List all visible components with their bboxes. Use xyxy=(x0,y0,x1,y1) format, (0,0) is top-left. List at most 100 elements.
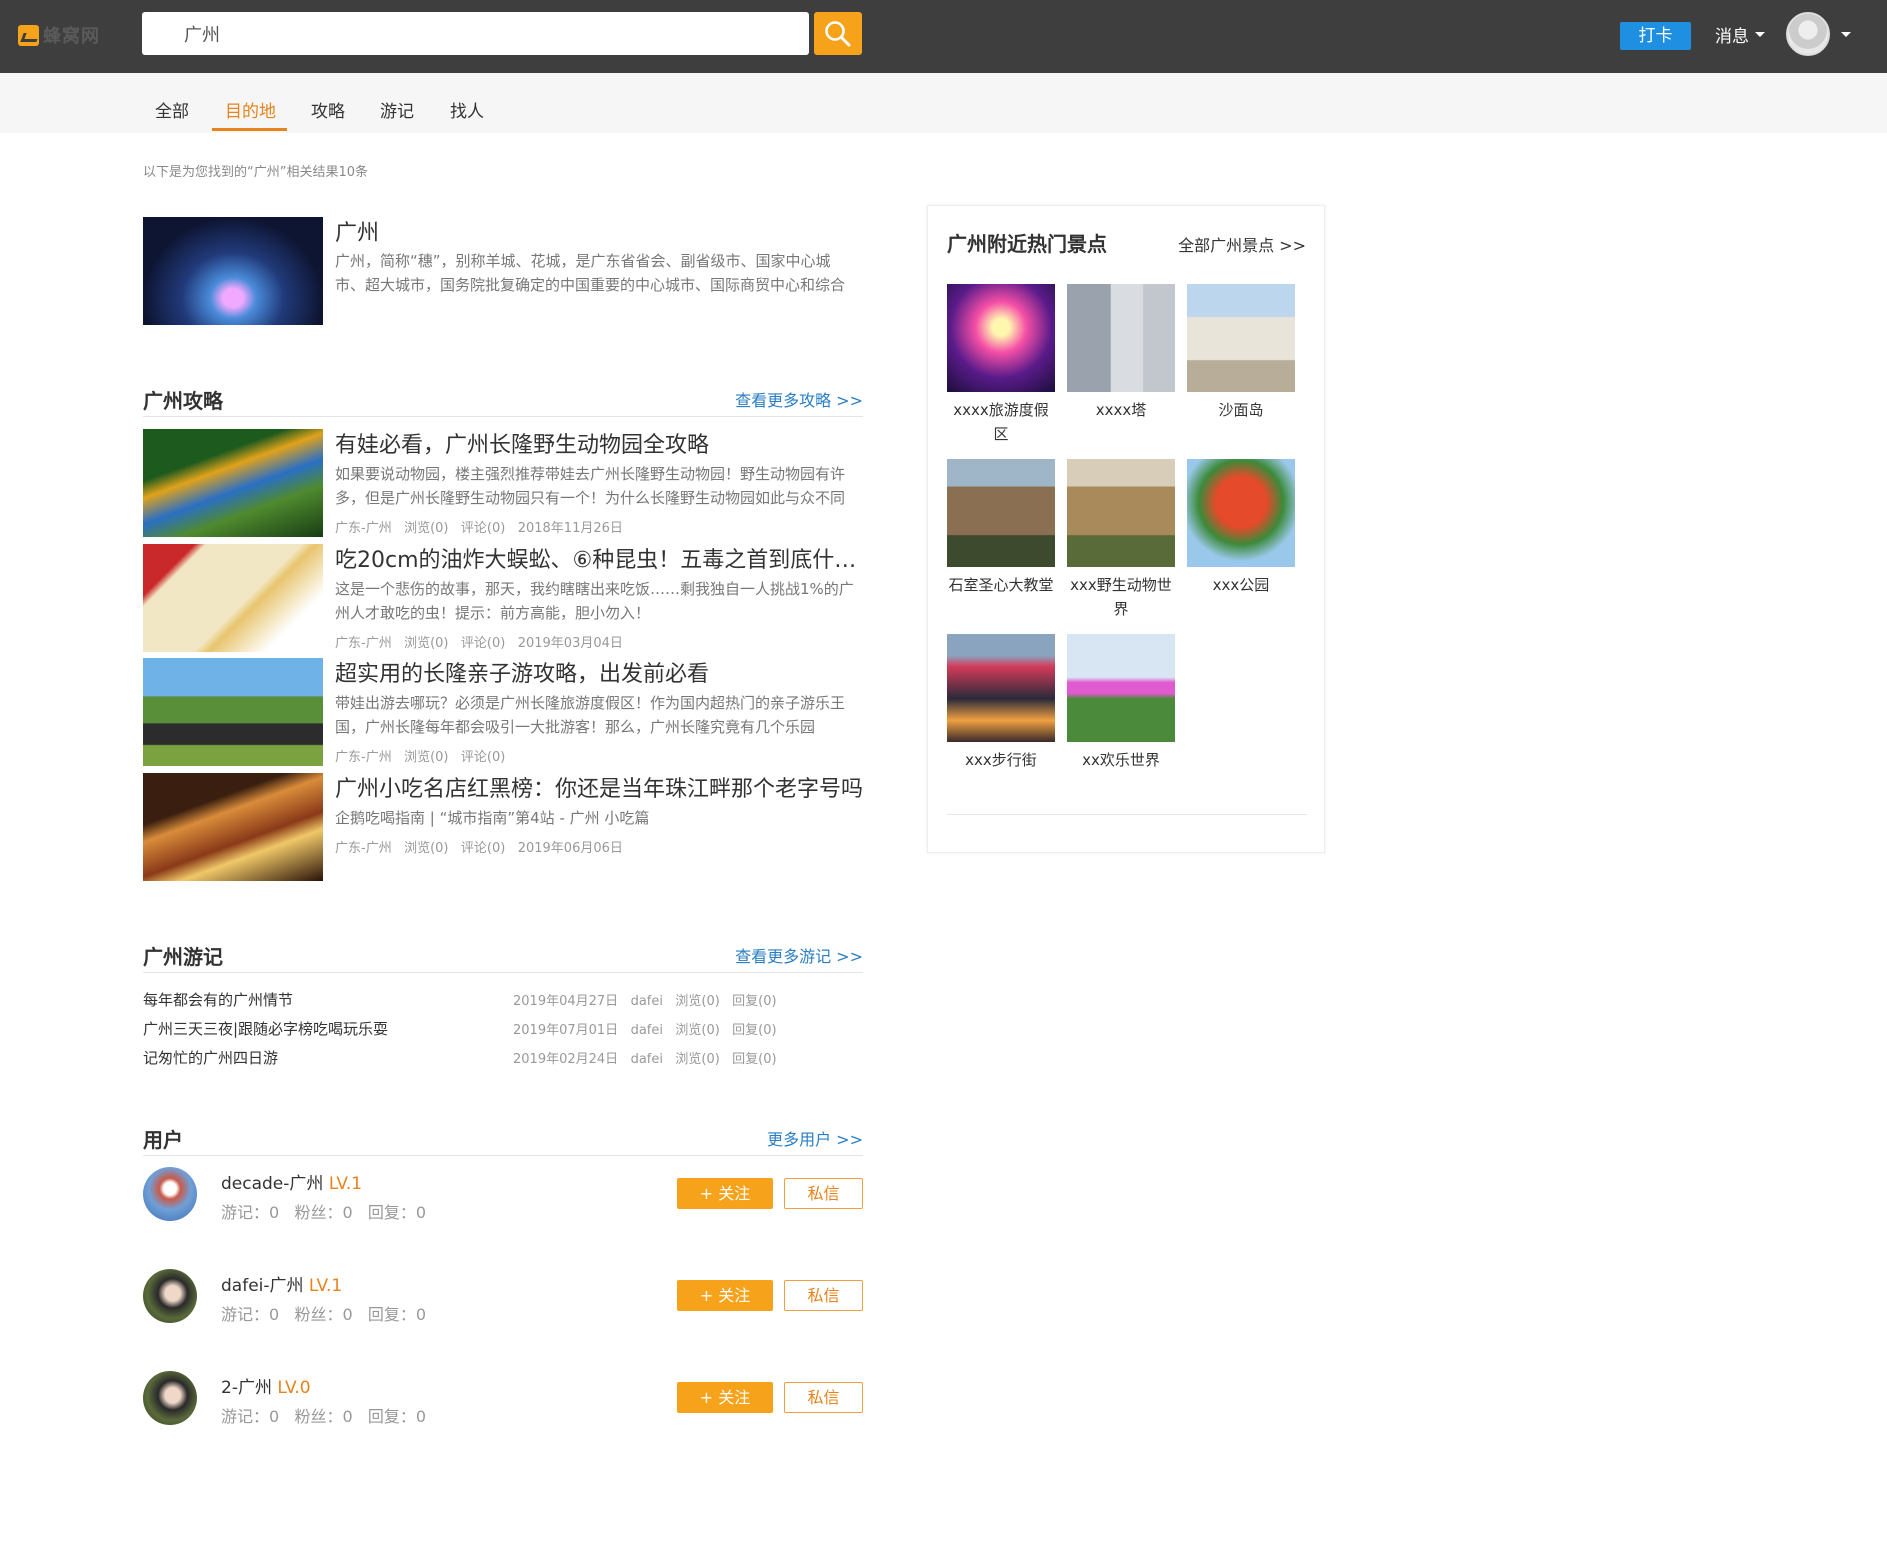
spot-image[interactable] xyxy=(947,459,1055,567)
guide-image[interactable] xyxy=(143,544,323,652)
guide-meta: 广东-广州 浏览(0) 评论(0) 2018年11月26日 xyxy=(335,521,623,536)
guide-image[interactable] xyxy=(143,429,323,537)
tab-people[interactable]: 找人 xyxy=(450,97,484,122)
guide-title[interactable]: 超实用的长隆亲子游攻略，出发前必看 xyxy=(335,656,863,688)
user-avatar[interactable] xyxy=(1786,12,1830,56)
more-guides-link[interactable]: 查看更多攻略 >> xyxy=(735,387,863,411)
spot-name[interactable]: xxxx旅游度假区 xyxy=(947,398,1055,446)
search-icon xyxy=(825,20,851,46)
user-stats: 游记：0 粉丝：0 回复：0 xyxy=(221,1305,427,1324)
tab-all[interactable]: 全部 xyxy=(155,97,189,122)
notes-section-header: 广州游记 查看更多游记 >> xyxy=(143,937,863,973)
spot-image[interactable] xyxy=(1187,284,1295,392)
guide-image[interactable] xyxy=(143,658,323,766)
guide-title[interactable]: 有娃必看，广州长隆野生动物园全攻略 xyxy=(335,427,863,459)
spot-image[interactable] xyxy=(947,284,1055,392)
spot-name[interactable]: xxxx塔 xyxy=(1067,398,1175,422)
guide-item[interactable]: 超实用的长隆亲子游攻略，出发前必看 带娃出游去哪玩？必须是广州长隆旅游度假区！作… xyxy=(143,658,863,766)
search-input[interactable] xyxy=(142,12,809,55)
guide-title[interactable]: 吃20cm的油炸大蜈蚣、⑥种昆虫！五毒之首到底什么味道 xyxy=(335,542,863,574)
user-item: decade-广州 LV.1 游记：0 粉丝：0 回复：0 + 关注 私信 xyxy=(143,1167,863,1227)
hot-spots-title: 广州附近热门景点 xyxy=(947,232,1107,256)
spot-name[interactable]: xxx公园 xyxy=(1187,573,1295,597)
guide-item[interactable]: 吃20cm的油炸大蜈蚣、⑥种昆虫！五毒之首到底什么味道 这是一个悲伤的故事，那天… xyxy=(143,544,863,652)
guide-title[interactable]: 广州小吃名店红黑榜：你还是当年珠江畔那个老字号吗 xyxy=(335,771,863,803)
spot-image[interactable] xyxy=(1067,634,1175,742)
all-spots-link[interactable]: 全部广州景点 >> xyxy=(1178,232,1306,256)
guide-image[interactable] xyxy=(143,773,323,881)
user-name[interactable]: dafei-广州 LV.1 xyxy=(221,1271,342,1296)
spot-image[interactable] xyxy=(1067,459,1175,567)
user-name-text: dafei-广州 xyxy=(221,1276,304,1296)
top-navbar: 蜂窝网 打卡 消息 xyxy=(0,0,1887,73)
destination-image[interactable] xyxy=(143,217,323,325)
note-title[interactable]: 每年都会有的广州情节 xyxy=(143,989,293,1010)
note-title[interactable]: 记匆忙的广州四日游 xyxy=(143,1047,278,1068)
checkin-button[interactable]: 打卡 xyxy=(1620,22,1691,50)
user-item: 2-广州 LV.0 游记：0 粉丝：0 回复：0 + 关注 私信 xyxy=(143,1371,863,1431)
tab-destination[interactable]: 目的地 xyxy=(225,97,276,122)
spot-image[interactable] xyxy=(947,634,1055,742)
more-users-link[interactable]: 更多用户 >> xyxy=(767,1126,863,1150)
user-name-text: 2-广州 xyxy=(221,1378,272,1398)
spot-image[interactable] xyxy=(1187,459,1295,567)
spot-name[interactable]: 沙面岛 xyxy=(1187,398,1295,422)
user-level: LV.1 xyxy=(308,1276,343,1296)
user-stats: 游记：0 粉丝：0 回复：0 xyxy=(221,1203,427,1222)
follow-button[interactable]: + 关注 xyxy=(677,1178,773,1209)
user-name[interactable]: decade-广州 LV.1 xyxy=(221,1169,362,1194)
avatar-chevron-down-icon[interactable] xyxy=(1841,32,1851,37)
user-stats: 游记：0 粉丝：0 回复：0 xyxy=(221,1407,427,1426)
search-button[interactable] xyxy=(814,12,862,55)
chevron-down-icon xyxy=(1755,32,1765,37)
follow-button[interactable]: + 关注 xyxy=(677,1280,773,1311)
spot-item[interactable]: xxx步行街 xyxy=(947,634,1055,772)
user-name[interactable]: 2-广州 LV.0 xyxy=(221,1373,311,1398)
spot-item[interactable]: xxxx塔 xyxy=(1067,284,1175,422)
users-section-title: 用户 xyxy=(143,1128,183,1152)
site-logo[interactable]: 蜂窝网 xyxy=(18,22,100,48)
guide-desc: 如果要说动物园，楼主强烈推荐带娃去广州长隆野生动物园！野生动物园有许多，但是广州… xyxy=(335,465,846,507)
guide-desc: 企鹅吃喝指南 | “城市指南”第4站 - 广州 小吃篇 xyxy=(335,809,650,827)
guide-desc: 这是一个悲伤的故事，那天，我约瞎瞎出来吃饭……剩我独自一人挑战1%的广州人才敢吃… xyxy=(335,580,854,622)
follow-button[interactable]: + 关注 xyxy=(677,1382,773,1413)
guide-meta: 广东-广州 浏览(0) 评论(0) xyxy=(335,750,506,765)
guides-section-title: 广州攻略 xyxy=(143,389,223,413)
spot-item[interactable]: xx欢乐世界 xyxy=(1067,634,1175,772)
search-tabs: 全部 目的地 攻略 游记 找人 xyxy=(0,73,1887,133)
notes-section-title: 广州游记 xyxy=(143,945,223,969)
user-item: dafei-广州 LV.1 游记：0 粉丝：0 回复：0 + 关注 私信 xyxy=(143,1269,863,1329)
logo-icon xyxy=(18,24,39,46)
spot-item[interactable]: xxx野生动物世界 xyxy=(1067,459,1175,621)
guide-meta: 广东-广州 浏览(0) 评论(0) 2019年03月04日 xyxy=(335,636,623,651)
guide-item[interactable]: 广州小吃名店红黑榜：你还是当年珠江畔那个老字号吗 企鹅吃喝指南 | “城市指南”… xyxy=(143,773,863,881)
note-item: 每年都会有的广州情节 2019年04月27日 dafei 浏览(0) 回复(0) xyxy=(143,989,863,1013)
hot-spots-panel: 广州附近热门景点 全部广州景点 >> xxxx旅游度假区 xxxx塔 沙面岛 石… xyxy=(927,205,1325,853)
spot-item[interactable]: xxx公园 xyxy=(1187,459,1295,597)
tab-notes[interactable]: 游记 xyxy=(380,97,414,122)
destination-title[interactable]: 广州 xyxy=(335,215,379,247)
spot-name[interactable]: xxx步行街 xyxy=(947,748,1055,772)
spot-name[interactable]: 石室圣心大教堂 xyxy=(947,573,1055,597)
spot-name[interactable]: xx欢乐世界 xyxy=(1067,748,1175,772)
private-message-button[interactable]: 私信 xyxy=(784,1178,863,1209)
spot-item[interactable]: 沙面岛 xyxy=(1187,284,1295,422)
spot-item[interactable]: 石室圣心大教堂 xyxy=(947,459,1055,597)
avatar[interactable] xyxy=(143,1269,197,1323)
note-item: 记匆忙的广州四日游 2019年02月24日 dafei 浏览(0) 回复(0) xyxy=(143,1047,863,1071)
tab-guides[interactable]: 攻略 xyxy=(311,97,345,122)
spot-name[interactable]: xxx野生动物世界 xyxy=(1067,573,1175,621)
messages-dropdown[interactable]: 消息 xyxy=(1715,22,1765,47)
note-meta: 2019年07月01日 dafei 浏览(0) 回复(0) xyxy=(513,1023,777,1038)
avatar[interactable] xyxy=(143,1167,197,1221)
destination-desc: 广州，简称“穗”，别称羊城、花城，是广东省省会、副省级市、国家中心城市、超大城市… xyxy=(335,252,846,294)
guide-meta: 广东-广州 浏览(0) 评论(0) 2019年06月06日 xyxy=(335,841,623,856)
note-title[interactable]: 广州三天三夜|跟随必字榜吃喝玩乐耍 xyxy=(143,1018,388,1039)
avatar[interactable] xyxy=(143,1371,197,1425)
guide-item[interactable]: 有娃必看，广州长隆野生动物园全攻略 如果要说动物园，楼主强烈推荐带娃去广州长隆野… xyxy=(143,429,863,537)
private-message-button[interactable]: 私信 xyxy=(784,1280,863,1311)
spot-item[interactable]: xxxx旅游度假区 xyxy=(947,284,1055,446)
more-notes-link[interactable]: 查看更多游记 >> xyxy=(735,943,863,967)
private-message-button[interactable]: 私信 xyxy=(784,1382,863,1413)
spot-image[interactable] xyxy=(1067,284,1175,392)
